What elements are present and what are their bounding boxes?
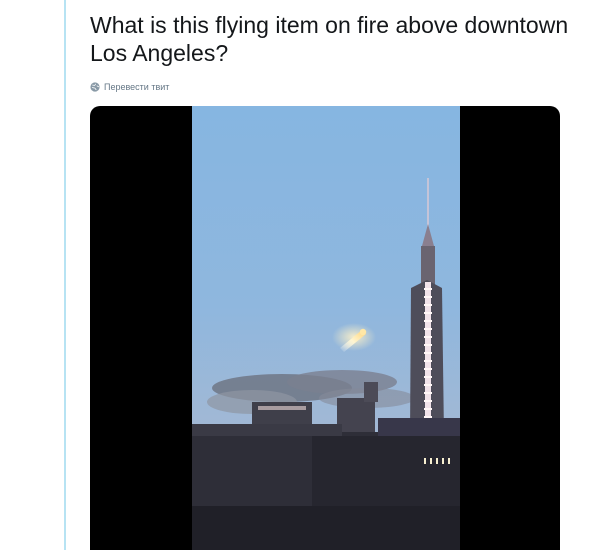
translate-tweet-link[interactable]: Перевести твит: [90, 80, 169, 94]
tweet-text: What is this flying item on fire above d…: [90, 12, 569, 66]
globe-icon: [90, 82, 100, 92]
thread-line: [64, 0, 66, 550]
translate-label: Перевести твит: [104, 82, 170, 92]
video-player[interactable]: [90, 106, 560, 550]
video-frame[interactable]: [192, 106, 460, 550]
